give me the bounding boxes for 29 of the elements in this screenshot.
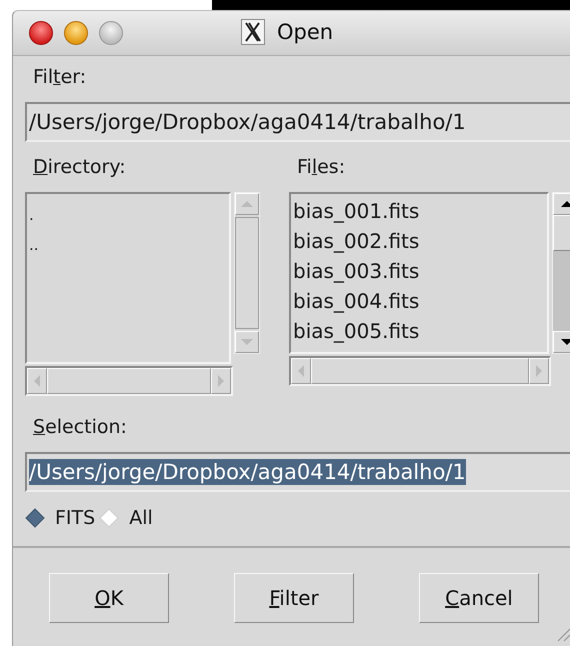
resize-grip-icon[interactable] (555, 626, 570, 642)
directory-list[interactable]: . .. (25, 192, 231, 364)
dialog-button[interactable]: OK (49, 573, 169, 623)
file-item[interactable]: bias_001.fits (293, 196, 420, 226)
window-title: Open (277, 20, 334, 44)
horizontal-scrollbar[interactable] (25, 366, 233, 396)
maximize-icon[interactable] (99, 21, 123, 45)
dialog-button[interactable]: Cancel (419, 573, 539, 623)
directory-label: Directory: (33, 156, 126, 178)
radio-label[interactable]: All (129, 507, 153, 529)
close-icon[interactable] (29, 21, 53, 45)
selection-field[interactable]: /Users/jorge/Dropbox/aga0414/trabalho/1 (25, 452, 570, 492)
file-item[interactable]: bias_005.fits (293, 316, 420, 346)
minimize-icon[interactable] (64, 21, 88, 45)
horizontal-scrollbar[interactable] (289, 356, 551, 386)
dialog-button[interactable]: Filter (234, 573, 354, 623)
filter-field[interactable]: /Users/jorge/Dropbox/aga0414/trabalho/1 (25, 102, 570, 142)
file-item[interactable]: bias_004.fits (293, 286, 420, 316)
directory-item[interactable]: . (29, 206, 34, 224)
radio-button[interactable] (25, 508, 45, 528)
files-label: Files: (297, 156, 346, 178)
radio-label[interactable]: FITS (55, 507, 96, 529)
file-item[interactable]: bias_002.fits (293, 226, 420, 256)
file-item[interactable]: bias_003.fits (293, 256, 420, 286)
filter-label: Filter: (33, 66, 86, 88)
x-logo-icon (241, 19, 265, 45)
selection-label: Selection: (33, 416, 127, 438)
directory-item[interactable]: .. (29, 236, 39, 254)
files-list[interactable]: bias_001.fits bias_002.fits bias_003.fits bias_004.fits bias_005.fits (289, 192, 549, 354)
